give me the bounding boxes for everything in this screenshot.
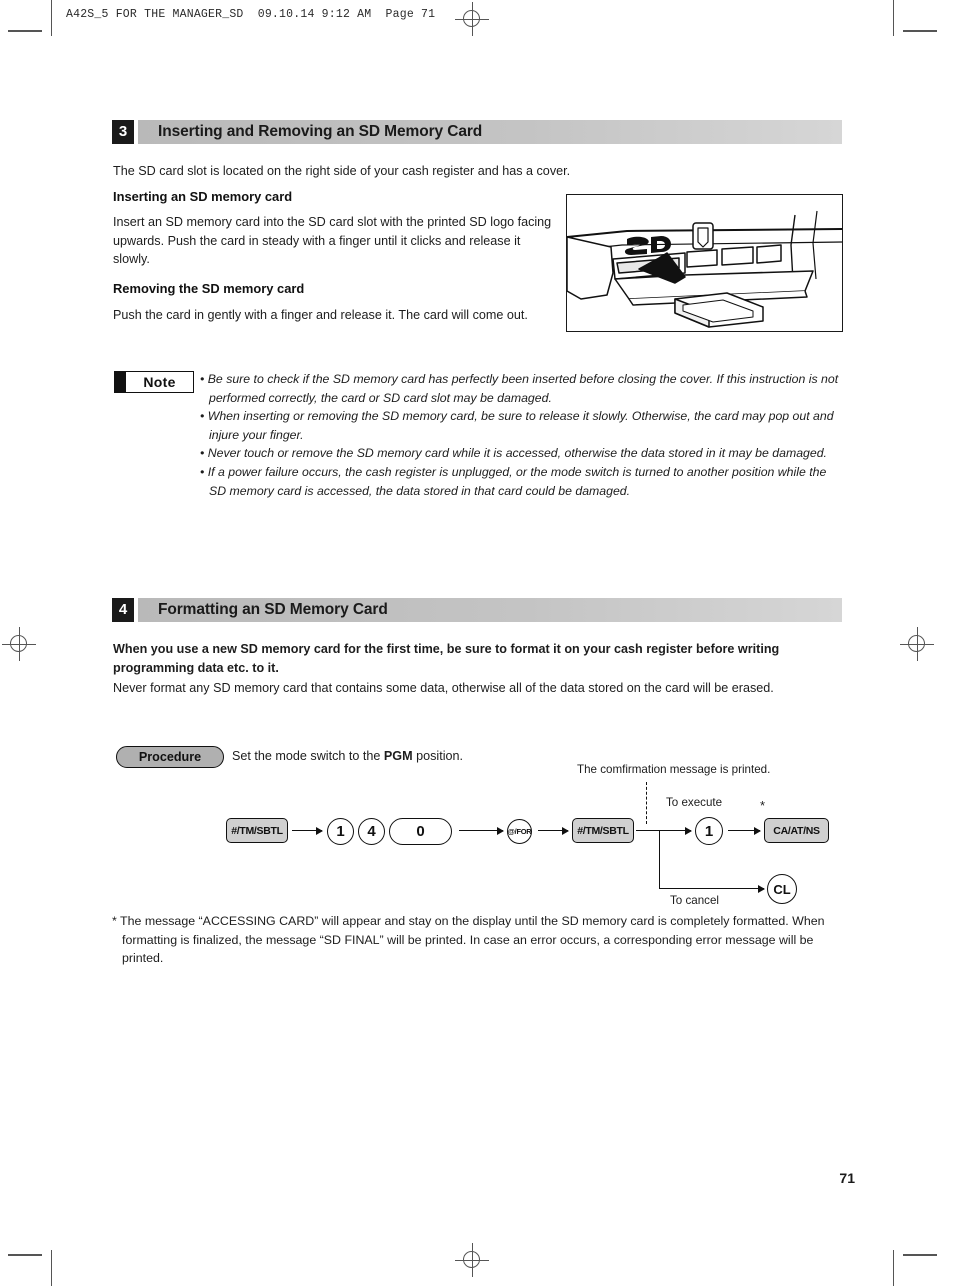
document-page: A42S_5 FOR THE MANAGER_SD 09.10.14 9:12 … [0,0,954,1286]
section-title: Formatting an SD Memory Card [158,601,388,618]
key-0[interactable]: 0 [389,818,452,845]
note-item: If a power failure occurs, the cash regi… [200,463,845,500]
crop-mark-top-right-h [903,30,937,32]
arrow-3 [538,825,569,837]
key-4[interactable]: 4 [358,818,385,845]
sd-card-slot-illustration [566,194,843,332]
crop-mark-bottom-left-v [51,1250,52,1286]
key-tm-sbtl-1[interactable]: #/TM/SBTL [226,818,288,843]
key-1[interactable]: 1 [327,818,354,845]
arrow-2 [459,825,504,837]
subheading-removing: Removing the SD memory card [113,281,305,296]
branch-stem [636,830,660,832]
section-header-3: 3 Inserting and Removing an SD Memory Ca… [112,120,842,144]
key-at-for[interactable]: @/FOR [507,819,532,844]
registration-mark-bottom [455,1243,489,1277]
note-bar [115,372,126,392]
subbody-inserting: Insert an SD memory card into the SD car… [113,215,552,266]
note-item: Be sure to check if the SD memory card h… [200,370,845,407]
key-tm-sbtl-2[interactable]: #/TM/SBTL [572,818,634,843]
crop-mark-bottom-right-v [893,1250,894,1286]
cancel-label: To cancel [670,894,719,907]
note-item: When inserting or removing the SD memory… [200,407,845,444]
print-note-connector [646,782,647,824]
registration-mark-right [900,627,934,661]
branch-vertical [659,830,661,889]
arrow-execute [660,825,692,837]
page-number: 71 [839,1170,855,1186]
note-list: Be sure to check if the SD memory card h… [200,370,845,500]
key-cl[interactable]: CL [767,874,797,904]
note-item: Never touch or remove the SD memory card… [200,444,845,463]
subbody-removing: Push the card in gently with a finger an… [113,308,528,322]
section-header-4: 4 Formatting an SD Memory Card [112,598,842,622]
print-note-label: The comfirmation message is printed. [577,763,771,776]
section4-lead-bold: When you use a new SD memory card for th… [113,642,780,675]
registration-mark-top [455,2,489,36]
sd-logo [624,236,671,255]
execute-asterisk: * [760,798,766,813]
arrow-cancel [737,883,765,895]
arrow-1 [292,825,323,837]
section-number-badge: 3 [112,120,134,144]
crop-mark-bottom-left-h [8,1254,42,1256]
execute-label: To execute [666,796,723,809]
footnote: * The message “ACCESSING CARD” will appe… [112,914,825,966]
sd-slot-drawing [566,210,843,328]
key-execute-1[interactable]: 1 [695,817,723,845]
section-title: Inserting and Removing an SD Memory Card [158,123,483,140]
key-sequence-diagram: The comfirmation message is printed. To … [112,760,852,907]
crop-mark-top-left-h [8,30,42,32]
section4-lead-body: Never format any SD memory card that con… [113,681,774,695]
section3-intro: The SD card slot is located on the right… [113,164,571,178]
subheading-inserting: Inserting an SD memory card [113,189,293,204]
crop-mark-bottom-right-h [903,1254,937,1256]
note-label-box: Note [114,371,194,393]
crop-mark-top-left-v [51,0,52,36]
crop-mark-top-right-v [893,0,894,36]
running-head: A42S_5 FOR THE MANAGER_SD 09.10.14 9:12 … [66,8,436,21]
arrow-execute-2 [728,825,761,837]
registration-mark-left [2,627,36,661]
section-number-badge: 4 [112,598,134,622]
note-label: Note [143,374,176,390]
key-ca-at-ns[interactable]: CA/AT/NS [764,818,829,843]
